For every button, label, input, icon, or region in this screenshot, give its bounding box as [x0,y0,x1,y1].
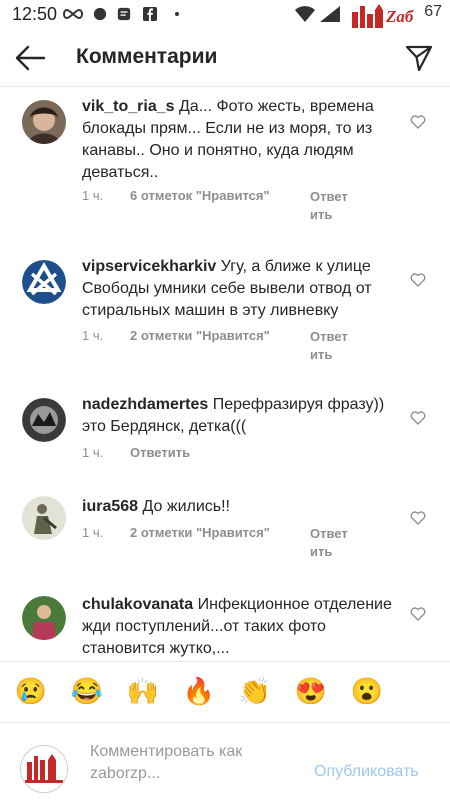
comment-item: vipservicekharkiv Угу, а ближе к улице С… [0,254,450,364]
wifi-icon [295,6,315,22]
comment-item: vik_to_ria_s Да... Фото жесть, времена б… [0,94,450,234]
svg-text:Zаб: Zаб [385,7,415,26]
comment-item: nadezhdamertes Перефразируя фразу)) это … [0,392,450,472]
user-avatar [20,745,68,793]
comment-body: chulakovanata Инфекционное отделение жди… [82,594,400,660]
reply-button[interactable]: Ответить [310,525,348,561]
comment-likes[interactable]: 2 отметки "Нравится" [130,525,270,540]
signal-icon [320,6,340,22]
emoji-surprised-face[interactable]: 😮 [350,674,384,708]
avatar[interactable] [22,260,66,304]
comment-body: vipservicekharkiv Угу, а ближе к улице С… [82,256,400,322]
direct-share-icon[interactable] [404,43,434,73]
comment-username[interactable]: chulakovanata [82,596,193,613]
comment-item: chulakovanata Инфекционное отделение жди… [0,592,450,660]
emoji-clapping-hands[interactable]: 👏 [238,674,272,708]
comment-likes[interactable]: 2 отметки "Нравится" [130,328,270,343]
battery-level: 67 [424,3,442,20]
comment-input[interactable]: Комментировать как zaborzp... [90,741,290,785]
heart-icon[interactable] [410,272,426,288]
avatar[interactable] [22,596,66,640]
comment-meta: 1 ч. 6 отметок "Нравится" Ответить [82,188,348,222]
reply-button[interactable]: Ответить [130,445,190,460]
emoji-crying-face[interactable]: 😢 [14,674,48,708]
emoji-heart-eyes[interactable]: 😍 [294,674,328,708]
avatar[interactable] [22,496,66,540]
post-button[interactable]: Опубликовать [314,763,419,781]
facebook-icon [143,7,157,21]
comment-meta: 1 ч. Ответить [82,445,190,460]
emoji-raising-hands[interactable]: 🙌 [126,674,160,708]
infinity-icon [63,8,83,20]
comment-text: До жились!! [142,498,231,515]
comment-time: 1 ч. [82,188,104,203]
comment-time: 1 ч. [82,525,104,540]
comment-meta: 1 ч. 2 отметки "Нравится" Ответить [82,328,348,362]
comment-body: iura568 До жились!! [82,496,400,518]
heart-icon[interactable] [410,606,426,622]
reply-button[interactable]: Ответить [310,328,348,364]
comment-username[interactable]: iura568 [82,498,138,515]
heart-icon[interactable] [410,410,426,426]
comment-body: nadezhdamertes Перефразируя фразу)) это … [82,394,400,438]
heart-icon[interactable] [410,510,426,526]
comment-item: iura568 До жились!! 1 ч. 2 отметки "Нрав… [0,494,450,574]
status-bar: 12:50 Zаб 67 [0,0,450,30]
emoji-fire[interactable]: 🔥 [182,674,216,708]
comment-username[interactable]: vik_to_ria_s [82,98,175,115]
avatar[interactable] [22,100,66,144]
chat-icon [117,7,131,21]
message-icon [93,7,107,21]
back-arrow-icon[interactable] [14,44,46,72]
comment-body: vik_to_ria_s Да... Фото жесть, времена б… [82,96,400,184]
comment-username[interactable]: vipservicekharkiv [82,258,216,275]
page-title: Комментарии [76,45,218,68]
heart-icon[interactable] [410,114,426,130]
emoji-tears-of-joy[interactable]: 😂 [70,674,104,708]
comment-meta: 1 ч. 2 отметки "Нравится" Ответить [82,525,348,559]
comment-time: 1 ч. [82,328,104,343]
dots-icon [175,12,179,16]
watermark-logo: Zаб [350,0,422,30]
top-bar: Комментарии [0,30,450,87]
reply-button[interactable]: Ответить [310,188,348,224]
emoji-bar: 😢 😂 🙌 🔥 👏 😍 😮 [0,661,450,722]
status-time: 12:50 [12,4,58,24]
avatar[interactable] [22,398,66,442]
comment-composer: Комментировать как zaborzp... Опубликова… [0,722,450,801]
comment-likes[interactable]: 6 отметок "Нравится" [130,188,270,203]
comment-time: 1 ч. [82,445,104,460]
comment-username[interactable]: nadezhdamertes [82,396,208,413]
